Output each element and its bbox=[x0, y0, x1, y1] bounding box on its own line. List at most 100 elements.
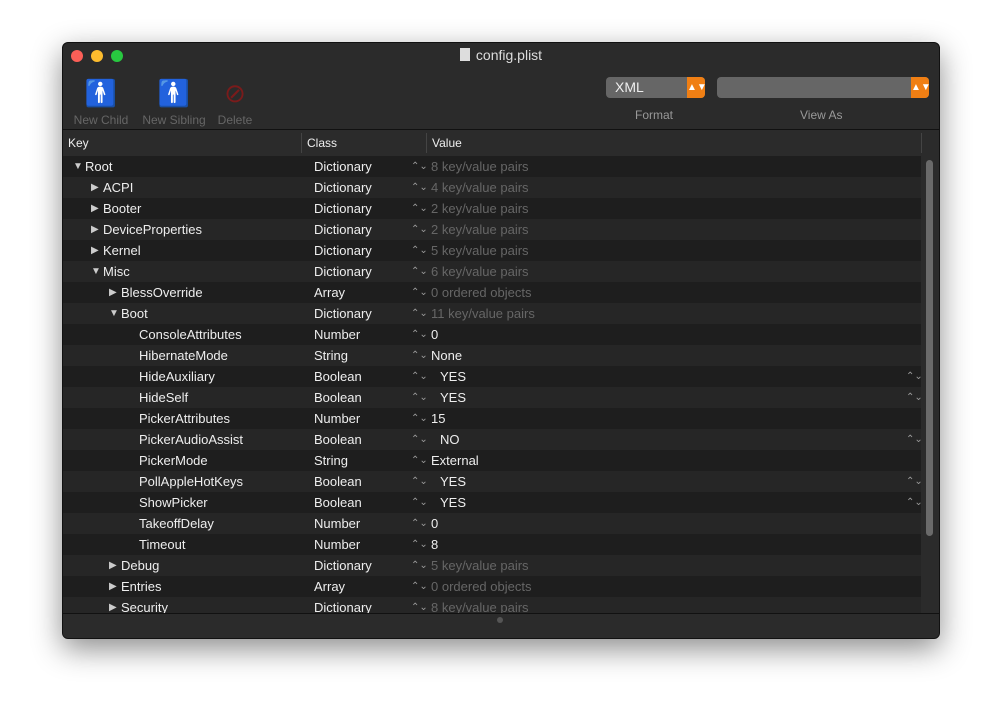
key-cell[interactable]: HideSelf bbox=[139, 387, 188, 408]
key-cell[interactable]: PickerAudioAssist bbox=[139, 429, 243, 450]
disclosure-triangle-icon[interactable]: ▶ bbox=[109, 555, 117, 576]
delete-button[interactable]: ⊘ Delete bbox=[213, 73, 257, 128]
disclosure-triangle-icon[interactable]: ▶ bbox=[109, 282, 117, 303]
outline-row[interactable]: ▼ Root Dictionary ⌃⌄ 8 key/value pairs bbox=[63, 156, 921, 177]
resize-handle[interactable] bbox=[497, 617, 503, 623]
class-cell[interactable]: Boolean bbox=[314, 366, 362, 387]
value-cell[interactable]: 6 key/value pairs bbox=[431, 261, 529, 282]
class-stepper-icon[interactable]: ⌃⌄ bbox=[411, 324, 428, 345]
value-popup-icon[interactable]: ⌃⌄ bbox=[906, 429, 921, 450]
disclosure-triangle-icon[interactable]: ▶ bbox=[109, 576, 117, 597]
class-stepper-icon[interactable]: ⌃⌄ bbox=[411, 303, 428, 324]
value-cell[interactable]: YES bbox=[440, 366, 466, 387]
outline-row[interactable]: ▶ BlessOverride Array ⌃⌄ 0 ordered objects bbox=[63, 282, 921, 303]
key-cell[interactable]: Security bbox=[121, 597, 168, 613]
class-stepper-icon[interactable]: ⌃⌄ bbox=[411, 534, 428, 555]
outline-row[interactable]: ▶ Debug Dictionary ⌃⌄ 5 key/value pairs bbox=[63, 555, 921, 576]
outline-row[interactable]: ▼ Boot Dictionary ⌃⌄ 11 key/value pairs bbox=[63, 303, 921, 324]
outline-row[interactable]: ▶ Booter Dictionary ⌃⌄ 2 key/value pairs bbox=[63, 198, 921, 219]
disclosure-triangle-icon[interactable]: ▼ bbox=[91, 261, 101, 282]
key-cell[interactable]: Debug bbox=[121, 555, 159, 576]
outline-row[interactable]: ▶ ACPI Dictionary ⌃⌄ 4 key/value pairs bbox=[63, 177, 921, 198]
value-cell[interactable]: 8 bbox=[431, 534, 438, 555]
format-select[interactable]: XML ▲▼ bbox=[606, 77, 707, 98]
class-cell[interactable]: Dictionary bbox=[314, 303, 372, 324]
disclosure-triangle-icon[interactable]: ▼ bbox=[73, 156, 83, 177]
class-cell[interactable]: Boolean bbox=[314, 429, 362, 450]
outline-row[interactable]: ▶ DeviceProperties Dictionary ⌃⌄ 2 key/value… bbox=[63, 219, 921, 240]
class-stepper-icon[interactable]: ⌃⌄ bbox=[411, 471, 428, 492]
class-cell[interactable]: Array bbox=[314, 282, 345, 303]
outline-row[interactable]: ▶ Security Dictionary ⌃⌄ 8 key/value pairs bbox=[63, 597, 921, 613]
disclosure-triangle-icon[interactable]: ▶ bbox=[91, 240, 99, 261]
class-stepper-icon[interactable]: ⌃⌄ bbox=[411, 492, 428, 513]
value-cell[interactable]: NO bbox=[440, 429, 460, 450]
value-cell[interactable]: 0 bbox=[431, 513, 438, 534]
class-cell[interactable]: String bbox=[314, 345, 348, 366]
key-cell[interactable]: BlessOverride bbox=[121, 282, 203, 303]
class-stepper-icon[interactable]: ⌃⌄ bbox=[411, 450, 428, 471]
value-cell[interactable]: 5 key/value pairs bbox=[431, 555, 529, 576]
value-cell[interactable]: 5 key/value pairs bbox=[431, 240, 529, 261]
key-cell[interactable]: HideAuxiliary bbox=[139, 366, 215, 387]
class-stepper-icon[interactable]: ⌃⌄ bbox=[411, 345, 428, 366]
outline-row[interactable]: HideSelf Boolean ⌃⌄ YES ⌃⌄ bbox=[63, 387, 921, 408]
key-cell[interactable]: DeviceProperties bbox=[103, 219, 202, 240]
class-cell[interactable]: Dictionary bbox=[314, 198, 372, 219]
key-cell[interactable]: PickerAttributes bbox=[139, 408, 230, 429]
class-stepper-icon[interactable]: ⌃⌄ bbox=[411, 156, 428, 177]
outline-row[interactable]: TakeoffDelay Number ⌃⌄ 0 bbox=[63, 513, 921, 534]
column-value[interactable]: Value bbox=[432, 136, 462, 150]
class-cell[interactable]: Boolean bbox=[314, 492, 362, 513]
class-cell[interactable]: Number bbox=[314, 513, 360, 534]
class-cell[interactable]: Dictionary bbox=[314, 240, 372, 261]
disclosure-triangle-icon[interactable]: ▼ bbox=[109, 303, 119, 324]
column-divider[interactable] bbox=[301, 133, 302, 153]
class-stepper-icon[interactable]: ⌃⌄ bbox=[411, 282, 428, 303]
value-popup-icon[interactable]: ⌃⌄ bbox=[906, 492, 921, 513]
class-stepper-icon[interactable]: ⌃⌄ bbox=[411, 219, 428, 240]
value-popup-icon[interactable]: ⌃⌄ bbox=[906, 387, 921, 408]
new-sibling-button[interactable]: 🚹 New Sibling bbox=[139, 73, 209, 128]
outline-row[interactable]: PollAppleHotKeys Boolean ⌃⌄ YES ⌃⌄ bbox=[63, 471, 921, 492]
class-stepper-icon[interactable]: ⌃⌄ bbox=[411, 177, 428, 198]
value-cell[interactable]: 0 bbox=[431, 324, 438, 345]
outline-row[interactable]: PickerAudioAssist Boolean ⌃⌄ NO ⌃⌄ bbox=[63, 429, 921, 450]
class-stepper-icon[interactable]: ⌃⌄ bbox=[411, 555, 428, 576]
value-cell[interactable]: YES bbox=[440, 492, 466, 513]
class-cell[interactable]: Dictionary bbox=[314, 177, 372, 198]
class-cell[interactable]: Dictionary bbox=[314, 156, 372, 177]
column-key[interactable]: Key bbox=[68, 136, 89, 150]
view-as-select[interactable]: ▲▼ bbox=[717, 77, 931, 98]
class-stepper-icon[interactable]: ⌃⌄ bbox=[411, 513, 428, 534]
disclosure-triangle-icon[interactable]: ▶ bbox=[91, 198, 99, 219]
class-cell[interactable]: Number bbox=[314, 324, 360, 345]
outline-row[interactable]: ▼ Misc Dictionary ⌃⌄ 6 key/value pairs bbox=[63, 261, 921, 282]
vertical-scrollbar[interactable] bbox=[921, 156, 939, 613]
value-cell[interactable]: External bbox=[431, 450, 479, 471]
class-stepper-icon[interactable]: ⌃⌄ bbox=[411, 366, 428, 387]
disclosure-triangle-icon[interactable]: ▶ bbox=[109, 597, 117, 613]
class-stepper-icon[interactable]: ⌃⌄ bbox=[411, 597, 428, 613]
value-cell[interactable]: 8 key/value pairs bbox=[431, 156, 529, 177]
outline-row[interactable]: HibernateMode String ⌃⌄ None bbox=[63, 345, 921, 366]
class-cell[interactable]: Dictionary bbox=[314, 555, 372, 576]
key-cell[interactable]: Misc bbox=[103, 261, 130, 282]
outline-row[interactable]: HideAuxiliary Boolean ⌃⌄ YES ⌃⌄ bbox=[63, 366, 921, 387]
key-cell[interactable]: PickerMode bbox=[139, 450, 208, 471]
class-cell[interactable]: Number bbox=[314, 408, 360, 429]
key-cell[interactable]: Timeout bbox=[139, 534, 185, 555]
value-cell[interactable]: 0 ordered objects bbox=[431, 282, 531, 303]
class-stepper-icon[interactable]: ⌃⌄ bbox=[411, 408, 428, 429]
class-cell[interactable]: String bbox=[314, 450, 348, 471]
key-cell[interactable]: ConsoleAttributes bbox=[139, 324, 242, 345]
outline-row[interactable]: ConsoleAttributes Number ⌃⌄ 0 bbox=[63, 324, 921, 345]
outline-row[interactable]: PickerMode String ⌃⌄ External bbox=[63, 450, 921, 471]
value-cell[interactable]: 11 key/value pairs bbox=[431, 303, 535, 324]
key-cell[interactable]: Root bbox=[85, 156, 112, 177]
value-cell[interactable]: 0 ordered objects bbox=[431, 576, 531, 597]
value-cell[interactable]: 2 key/value pairs bbox=[431, 198, 529, 219]
key-cell[interactable]: Boot bbox=[121, 303, 148, 324]
outline-row[interactable]: ▶ Kernel Dictionary ⌃⌄ 5 key/value pairs bbox=[63, 240, 921, 261]
key-cell[interactable]: Kernel bbox=[103, 240, 141, 261]
